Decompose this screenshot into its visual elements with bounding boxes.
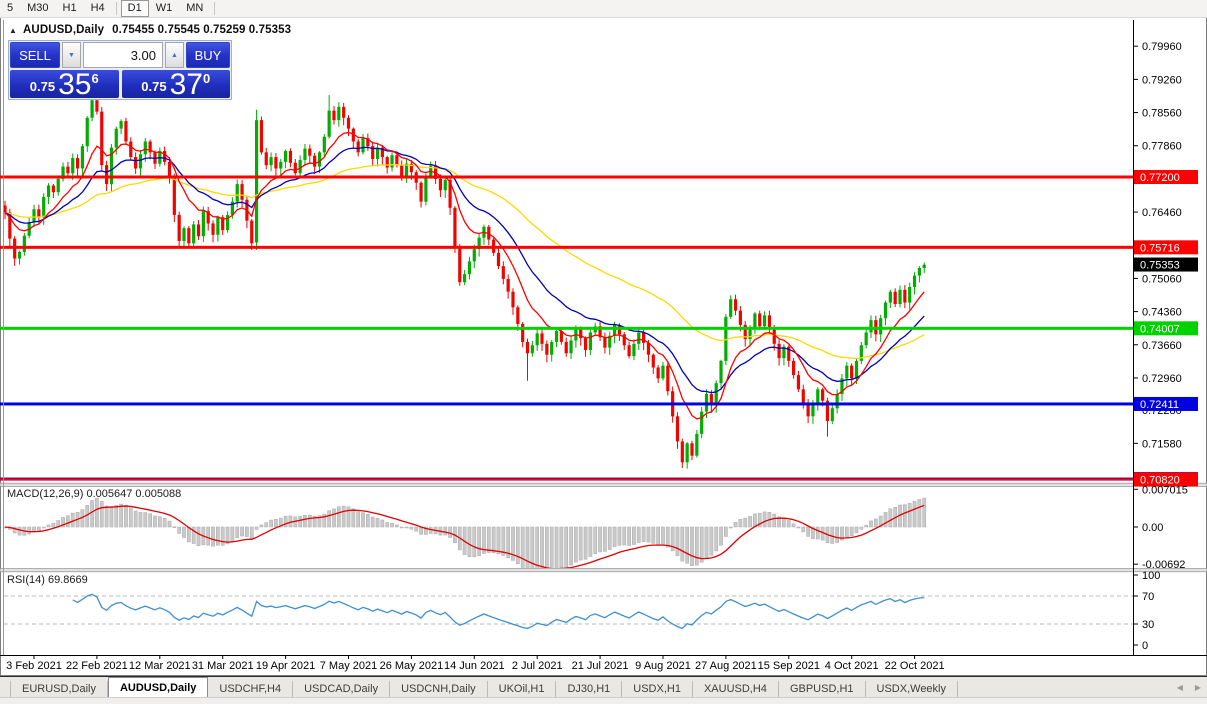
svg-text:0.73660: 0.73660 [1142,340,1182,352]
svg-text:0: 0 [1142,640,1148,652]
toolbar-separator [115,2,117,15]
tab-scroll-right-icon[interactable]: ▶ [1195,683,1201,692]
rsi-axis-ticks: 100 70 30 0 [1133,570,1160,652]
chart-tab-USDX-H1[interactable]: USDX,H1 [622,681,693,698]
timeframe-button-W1[interactable]: W1 [149,0,180,17]
timeframe-button-5[interactable]: 5 [0,0,20,17]
svg-text:0.79260: 0.79260 [1142,74,1182,86]
macd-indicator-label: MACD(12,26,9) 0.005647 0.005088 [7,488,182,500]
chart-tab-DJ30-H1[interactable]: DJ30,H1 [556,681,623,698]
svg-text:21 Jul 2021: 21 Jul 2021 [572,660,629,672]
rsi-indicator-label: RSI(14) 69.8669 [7,574,88,586]
chart-ohlc-values: 0.75455 0.75545 0.75259 0.75353 [112,24,292,36]
svg-text:22 Oct 2021: 22 Oct 2021 [885,660,945,672]
timeframe-button-H4[interactable]: H4 [84,0,112,17]
svg-text:14 Jun 2021: 14 Jun 2021 [444,660,505,672]
chart-tab-AUDUSD-Daily[interactable]: AUDUSD,Daily [107,677,209,698]
status-strip [0,697,1207,704]
svg-text:0.75353: 0.75353 [1140,260,1180,272]
chart-symbol-period: AUDUSD,Daily [23,24,105,36]
chart-tab-EURUSD-Daily[interactable]: EURUSD,Daily [10,681,108,698]
svg-text:7 May 2021: 7 May 2021 [320,660,377,672]
timeframe-button-MN[interactable]: MN [179,0,210,17]
svg-text:9 Aug 2021: 9 Aug 2021 [635,660,691,672]
buy-price-base: 0.75 [141,79,167,94]
sell-button[interactable]: SELL [10,42,60,68]
chart-tab-UKOil-H1[interactable]: UKOil,H1 [488,681,557,698]
svg-text:0.71580: 0.71580 [1142,438,1182,450]
chart-title: ▲ AUDUSD,Daily 0.75455 0.75545 0.75259 0… [9,24,291,36]
timeframe-button-H1[interactable]: H1 [56,0,84,17]
svg-text:2 Jul 2021: 2 Jul 2021 [512,660,563,672]
sell-price-big: 35 [58,68,92,101]
timeframe-button-M30[interactable]: M30 [20,0,55,17]
svg-text:0.78560: 0.78560 [1142,108,1182,120]
svg-text:15 Sep 2021: 15 Sep 2021 [758,660,820,672]
volume-input[interactable]: 3.00 [83,42,163,68]
svg-text:4 Oct 2021: 4 Oct 2021 [825,660,879,672]
timeframe-toolbar: 5 M30 H1 H4 D1 W1 MN [0,0,1207,18]
sell-price-sup: 6 [91,71,99,86]
svg-text:0.76460: 0.76460 [1142,207,1182,219]
svg-text:0.79960: 0.79960 [1142,41,1182,53]
time-axis-labels: 3 Feb 2021 22 Feb 2021 12 Mar 2021 31 Mar 2… [6,655,945,672]
chart-tab-XAUUSD-H4[interactable]: XAUUSD,H4 [693,681,779,698]
chart-tab-USDCHF-H4[interactable]: USDCHF,H4 [208,681,294,698]
svg-text:0.77860: 0.77860 [1142,141,1182,153]
buy-price-sup: 0 [202,71,211,86]
svg-text:0.74360: 0.74360 [1142,307,1182,319]
svg-text:0.72960: 0.72960 [1142,373,1182,385]
buy-price-big: 37 [169,68,203,101]
svg-text:0.00: 0.00 [1142,522,1163,534]
svg-text:31 Mar 2021: 31 Mar 2021 [192,660,254,672]
collapse-triangle-icon[interactable]: ▲ [9,26,17,35]
volume-decrease-button[interactable]: ▼ [62,42,81,68]
svg-text:30: 30 [1142,619,1154,631]
svg-text:0.75060: 0.75060 [1142,273,1182,285]
svg-text:0.007015: 0.007015 [1142,484,1188,496]
svg-text:100: 100 [1142,570,1160,582]
volume-increase-button[interactable]: ▲ [165,42,184,68]
chart-tab-USDX-Weekly[interactable]: USDX,Weekly [866,681,958,698]
candles-layer [4,89,926,469]
svg-text:3 Feb 2021: 3 Feb 2021 [6,660,62,672]
timeframe-button-D1[interactable]: D1 [120,0,149,17]
svg-text:22 Feb 2021: 22 Feb 2021 [66,660,128,672]
chart-tab-GBPUSD-H1[interactable]: GBPUSD,H1 [779,681,866,698]
svg-text:26 May 2021: 26 May 2021 [380,660,444,672]
sell-price-display[interactable]: 0.75 35 6 [10,68,119,101]
svg-text:0.75716: 0.75716 [1140,242,1180,254]
one-click-trade-panel: SELL ▼ 3.00 ▲ BUY 0.75 35 6 0.75 37 0 [8,40,232,100]
tab-scroll-buttons: ◀ ▶ [1177,683,1201,692]
horizontal-lines-layer [0,175,1133,481]
macd-histogram-layer [4,497,927,568]
svg-text:19 Apr 2021: 19 Apr 2021 [256,660,315,672]
svg-text:27 Aug 2021: 27 Aug 2021 [695,660,757,672]
chart-tab-bar: EURUSD,Daily AUDUSD,Daily USDCHF,H4 USDCAD,… [0,676,1207,698]
toolbar-separator [214,2,216,15]
sell-price-base: 0.75 [29,79,56,94]
chart-tab-USDCNH-Daily[interactable]: USDCNH,Daily [390,681,488,698]
rsi-layer [4,593,1133,630]
svg-text:0.77200: 0.77200 [1140,172,1180,184]
svg-text:70: 70 [1142,591,1154,603]
svg-text:12 Mar 2021: 12 Mar 2021 [129,660,191,672]
svg-text:0.72411: 0.72411 [1140,399,1179,411]
svg-text:0.74007: 0.74007 [1140,323,1180,335]
macd-axis-ticks: 0.0070150.00-0.00692 [1133,484,1188,571]
chart-tab-USDCAD-Daily[interactable]: USDCAD,Daily [293,681,391,698]
trading-app-screen: 5 M30 H1 H4 D1 W1 MN 0.79960 0.79260 0.78560 0.77… [0,0,1207,704]
buy-price-display[interactable]: 0.75 37 0 [121,68,230,101]
tab-scroll-left-icon[interactable]: ◀ [1177,683,1183,692]
buy-button[interactable]: BUY [186,42,230,68]
chart-canvas[interactable]: 0.799600.792600.785600.778600.764600.750… [0,0,1207,704]
